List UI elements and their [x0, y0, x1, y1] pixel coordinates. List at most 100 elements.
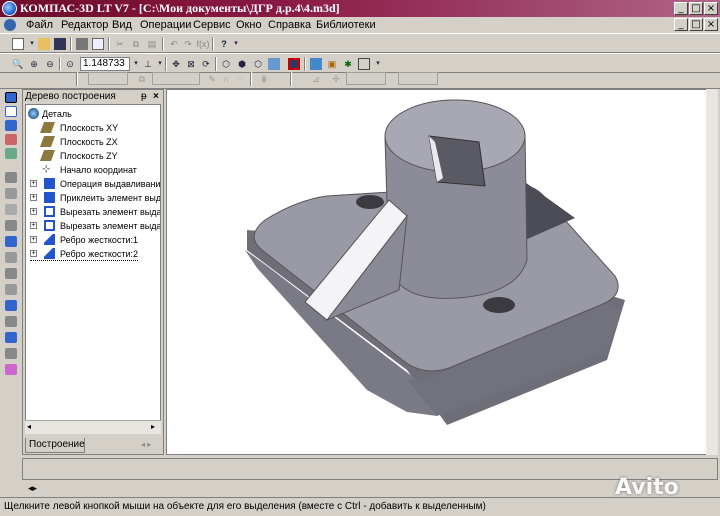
sketch-icon[interactable]	[5, 106, 17, 117]
open-folder-icon[interactable]	[38, 38, 50, 50]
edit-part-icon[interactable]	[5, 92, 17, 103]
tab-nav-icon[interactable]: ◂ ▸	[141, 440, 151, 449]
paste-icon[interactable]: ▤	[146, 38, 158, 50]
expand-icon[interactable]: +	[30, 236, 37, 243]
mirror-tool-icon[interactable]	[5, 332, 17, 343]
close-button[interactable]: ×	[704, 2, 718, 15]
expand-icon[interactable]: +	[30, 250, 37, 257]
doc-minimize-button[interactable]: _	[674, 18, 688, 31]
tree-item-plane-zy[interactable]: Плоскость ZY	[39, 149, 118, 163]
print-preview-icon[interactable]	[92, 38, 104, 50]
minimize-button[interactable]: _	[674, 2, 688, 15]
origin-icon: ⊹	[42, 164, 51, 175]
maximize-button[interactable]: □	[689, 2, 703, 15]
save-icon[interactable]	[54, 38, 66, 50]
menu-libraries[interactable]: Библиотеки	[316, 17, 376, 33]
menu-service[interactable]: Сервис	[193, 17, 231, 33]
function-icon[interactable]: f(x)	[196, 38, 210, 50]
bottom-scrollbar[interactable]: ◂▸	[0, 481, 720, 497]
tree-item-cut-extrude-2[interactable]: + Вырезать элемент выдавл	[30, 219, 160, 233]
tree-item-cut-extrude-1[interactable]: + Вырезать элемент выдавл	[30, 205, 160, 219]
redo-icon[interactable]: ↷	[182, 38, 194, 50]
hole-tool-icon[interactable]	[5, 284, 17, 295]
print-icon[interactable]	[76, 38, 88, 50]
model-tree-panel: Дерево построения ᵽ × Деталь Плоскость X…	[22, 89, 164, 455]
tree-item-part[interactable]: Деталь	[28, 107, 72, 121]
extrude-icon	[44, 178, 55, 189]
rib-tool-icon[interactable]	[5, 300, 17, 311]
scroll-arrows-icon[interactable]: ◂▸	[28, 483, 37, 494]
tree-item-plane-zx[interactable]: Плоскость ZX	[39, 135, 118, 149]
expand-icon[interactable]: +	[30, 222, 37, 229]
undo-icon[interactable]: ↶	[168, 38, 180, 50]
tree-item-extrude-1[interactable]: + Операция выдавливания:1	[30, 177, 160, 191]
doc-restore-button[interactable]: □	[689, 18, 703, 31]
app-icon[interactable]	[2, 1, 17, 16]
copy-icon[interactable]: ⧉	[130, 38, 142, 50]
standard-toolbar: ▾ ✂ ⧉ ▤ ↶ ↷ f(x) ? ▾	[0, 33, 720, 53]
help-pointer-icon[interactable]: ?	[218, 38, 230, 50]
disabled-field-4	[398, 72, 438, 85]
fillet-tool-icon[interactable]	[5, 252, 17, 263]
help-dropdown-icon[interactable]: ▾	[230, 38, 242, 50]
disabled-field-2	[152, 72, 200, 85]
doc-system-icon[interactable]	[4, 19, 16, 31]
section-tool-icon[interactable]	[5, 364, 17, 375]
loft-tool-icon[interactable]	[5, 204, 17, 215]
sweep-tool-icon[interactable]	[5, 220, 17, 231]
tree-item-rib-1[interactable]: + Ребро жесткости:1	[30, 233, 138, 247]
scroll-right-icon[interactable]: ▸	[151, 422, 155, 431]
paint-icon: ✎	[208, 74, 216, 84]
pin-icon[interactable]: ᵽ	[141, 90, 147, 104]
tree-panel-title: Дерево построения	[25, 91, 116, 102]
tree-item-origin[interactable]: ⊹ Начало координат	[42, 163, 137, 177]
model-viewport[interactable]	[166, 89, 718, 455]
tree-item-plane-xy[interactable]: Плоскость XY	[39, 121, 118, 135]
tree-item-boss-extrude[interactable]: + Приклеить элемент выдавл	[30, 191, 160, 205]
menu-help[interactable]: Справка	[268, 17, 311, 33]
dropdown-arrow-icon[interactable]: ▾	[26, 38, 38, 50]
model-tree[interactable]: Деталь Плоскость XY Плоскость ZX Плоскос…	[25, 104, 161, 434]
mounting-hole-back	[356, 195, 384, 209]
expand-icon[interactable]: +	[30, 208, 37, 215]
feature-icon[interactable]	[5, 120, 17, 131]
expand-icon[interactable]: +	[30, 180, 37, 187]
magnet-icon: ∩	[222, 74, 230, 84]
tab-construction[interactable]: Построение	[25, 438, 85, 453]
chamfer-tool-icon[interactable]	[5, 268, 17, 279]
shell-tool-icon[interactable]	[5, 316, 17, 327]
filter-tool-icon[interactable]	[5, 148, 17, 159]
orbit-icon: ◌	[237, 74, 243, 84]
menu-view[interactable]: Вид	[112, 17, 132, 33]
menu-edit[interactable]: Редактор	[61, 17, 108, 33]
menu-bar: Файл Редактор Вид Операции Сервис Окно С…	[0, 17, 720, 33]
part-icon	[28, 108, 39, 119]
tree-close-icon[interactable]: ×	[153, 90, 159, 104]
cut-tool-icon[interactable]	[5, 236, 17, 247]
curves-icon[interactable]	[5, 134, 17, 145]
viewport-vertical-scrollbar[interactable]	[706, 89, 718, 455]
cut-icon	[44, 220, 55, 231]
status-bar: Щелкните левой кнопкой мыши на объекте д…	[0, 497, 720, 515]
mounting-hole-front	[483, 297, 515, 313]
rib-icon	[44, 234, 55, 245]
scroll-left-icon[interactable]: ◂	[27, 422, 31, 431]
disabled-field-1	[88, 72, 128, 85]
menu-window[interactable]: Окно	[236, 17, 262, 33]
menu-operations[interactable]: Операции	[140, 17, 191, 33]
property-bar	[22, 458, 718, 480]
new-file-icon[interactable]	[12, 38, 24, 50]
doc-close-button[interactable]: ×	[704, 18, 718, 31]
rib-icon	[44, 248, 55, 259]
expand-icon[interactable]: +	[30, 194, 37, 201]
extrude-icon	[44, 192, 55, 203]
tree-horizontal-scrollbar[interactable]: ◂ ▸	[25, 420, 161, 434]
extrude-tool-icon[interactable]	[5, 172, 17, 183]
cut-icon	[44, 206, 55, 217]
menu-file[interactable]: Файл	[26, 17, 53, 33]
model-3d[interactable]	[167, 90, 719, 456]
cut-icon[interactable]: ✂	[114, 38, 126, 50]
array-tool-icon[interactable]	[5, 348, 17, 359]
rotate-tool-icon[interactable]	[5, 188, 17, 199]
tree-item-rib-2[interactable]: + Ребро жесткости:2	[30, 247, 139, 261]
